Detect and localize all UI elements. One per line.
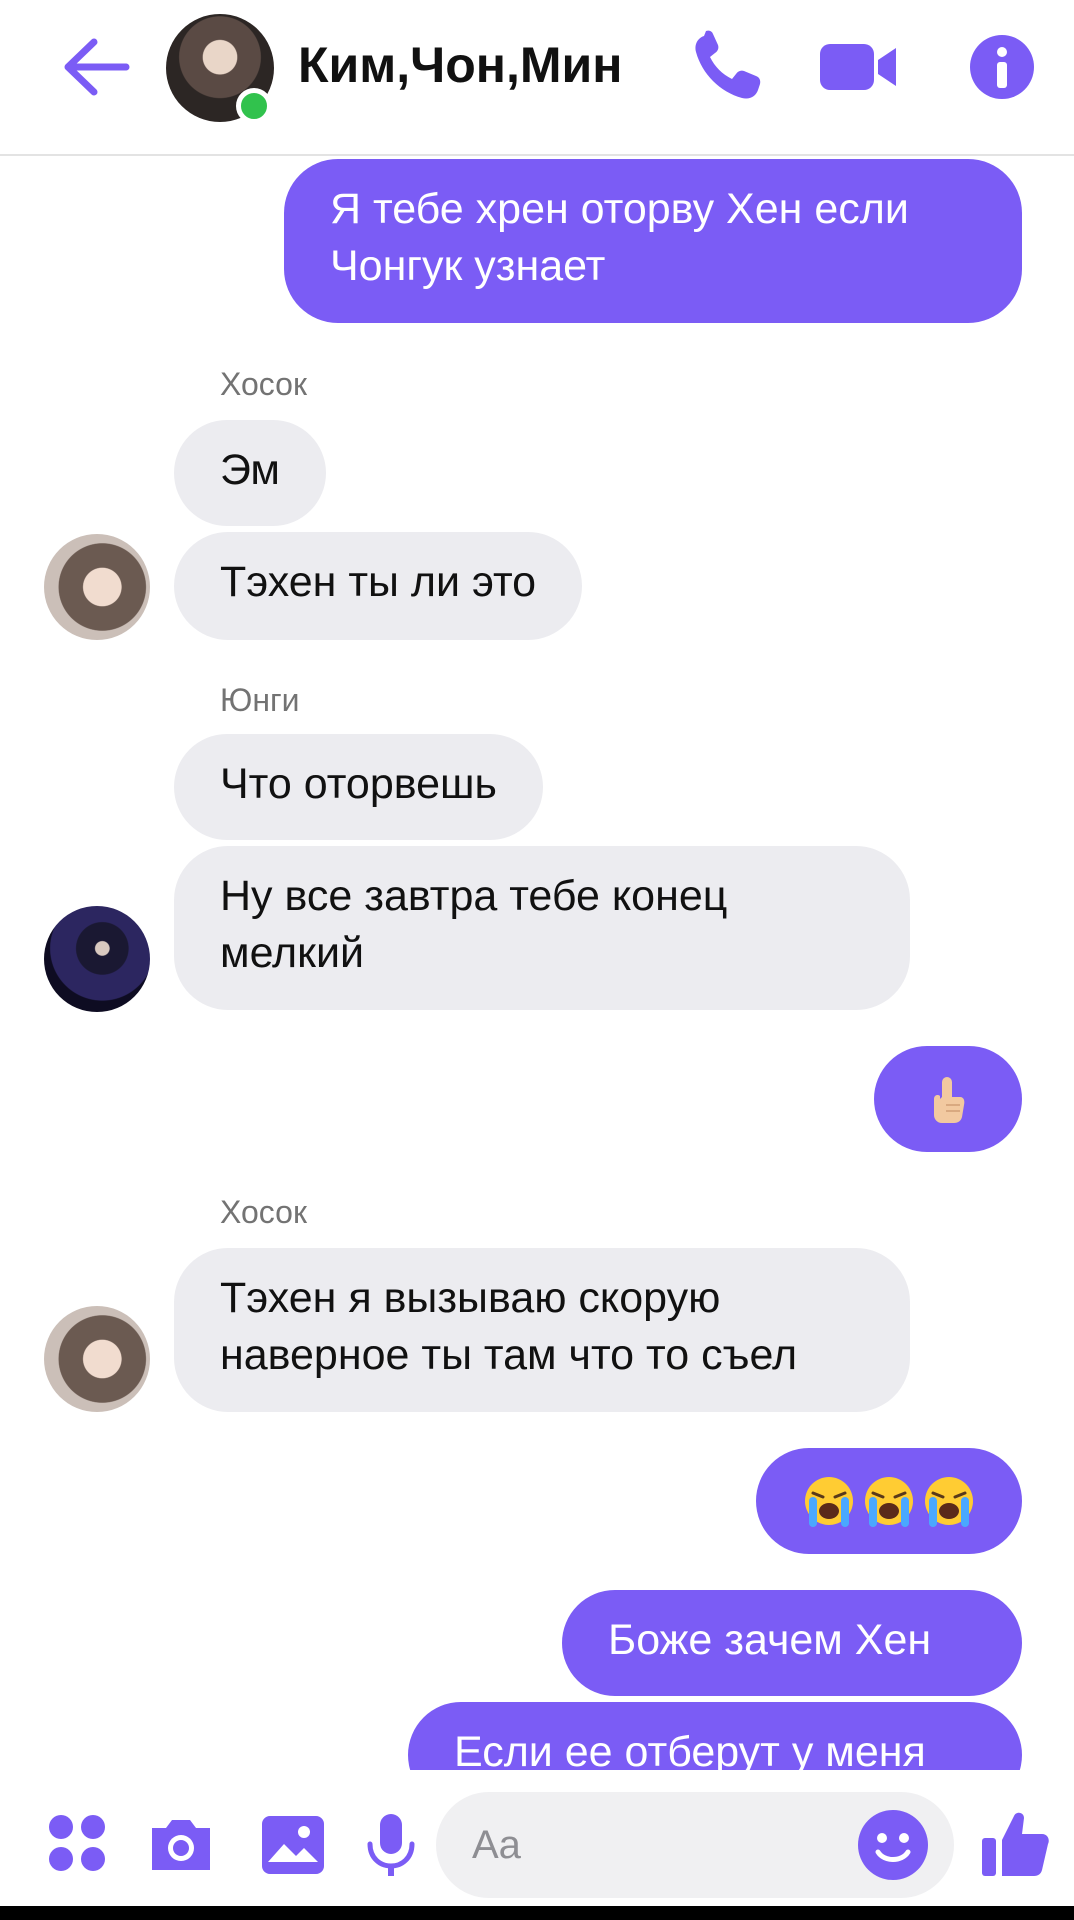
message-bubble-incoming[interactable]: Тэхен ты ли это: [174, 532, 583, 640]
thumbs-up-icon[interactable]: [978, 1806, 1052, 1880]
video-call-icon[interactable]: [818, 30, 898, 104]
message-bubble-outgoing[interactable]: [756, 1448, 1022, 1554]
message-bubble-outgoing[interactable]: Боже зачем Хен: [562, 1590, 1022, 1696]
menu-grid-icon[interactable]: [44, 1810, 114, 1880]
online-status-indicator: [236, 88, 272, 124]
message-bubble-incoming[interactable]: Эм: [174, 420, 326, 526]
message-compose-field[interactable]: [436, 1792, 954, 1898]
gallery-image-icon[interactable]: [258, 1810, 328, 1880]
camera-icon[interactable]: [146, 1810, 216, 1880]
message-bubble-incoming[interactable]: Тэхен я вызываю скорую наверное ты там ч…: [174, 1248, 910, 1412]
chat-header: Ким,Чон,Мин: [0, 0, 1074, 156]
message-bubble-outgoing[interactable]: [874, 1046, 1022, 1152]
raised-index-finger-icon: [934, 1077, 965, 1123]
emoji-smile-icon[interactable]: [856, 1808, 930, 1882]
sender-name: Хосок: [220, 1194, 307, 1230]
message-list[interactable]: Я тебе хрен оторву Хен если Чонгук узнае…: [0, 158, 1074, 1770]
sender-avatar-hosok[interactable]: [44, 1306, 150, 1412]
message-bubble-outgoing[interactable]: Я тебе хрен оторву Хен если Чонгук узнае…: [284, 159, 1022, 323]
system-navigation-bar: [0, 1906, 1074, 1920]
phone-call-icon[interactable]: [690, 30, 770, 104]
back-arrow-icon[interactable]: [60, 36, 130, 98]
info-icon[interactable]: [962, 30, 1042, 104]
sender-avatar-yungi[interactable]: [44, 906, 150, 1012]
message-bubble-outgoing[interactable]: Если ее отберут у меня: [408, 1702, 1022, 1770]
loudly-crying-face-icon: [805, 1477, 853, 1527]
composer-toolbar: [0, 1770, 1074, 1920]
loudly-crying-face-icon: [925, 1477, 973, 1527]
sender-name: Хосок: [220, 366, 307, 402]
chat-title[interactable]: Ким,Чон,Мин: [298, 36, 623, 94]
message-bubble-incoming[interactable]: Что оторвешь: [174, 734, 543, 840]
loudly-crying-face-icon: [865, 1477, 913, 1527]
microphone-icon[interactable]: [360, 1810, 422, 1880]
sender-avatar-hosok[interactable]: [44, 534, 150, 640]
sender-name: Юнги: [220, 682, 300, 718]
message-input[interactable]: [472, 1818, 852, 1872]
message-bubble-incoming[interactable]: Ну все завтра тебе конец мелкий: [174, 846, 910, 1010]
